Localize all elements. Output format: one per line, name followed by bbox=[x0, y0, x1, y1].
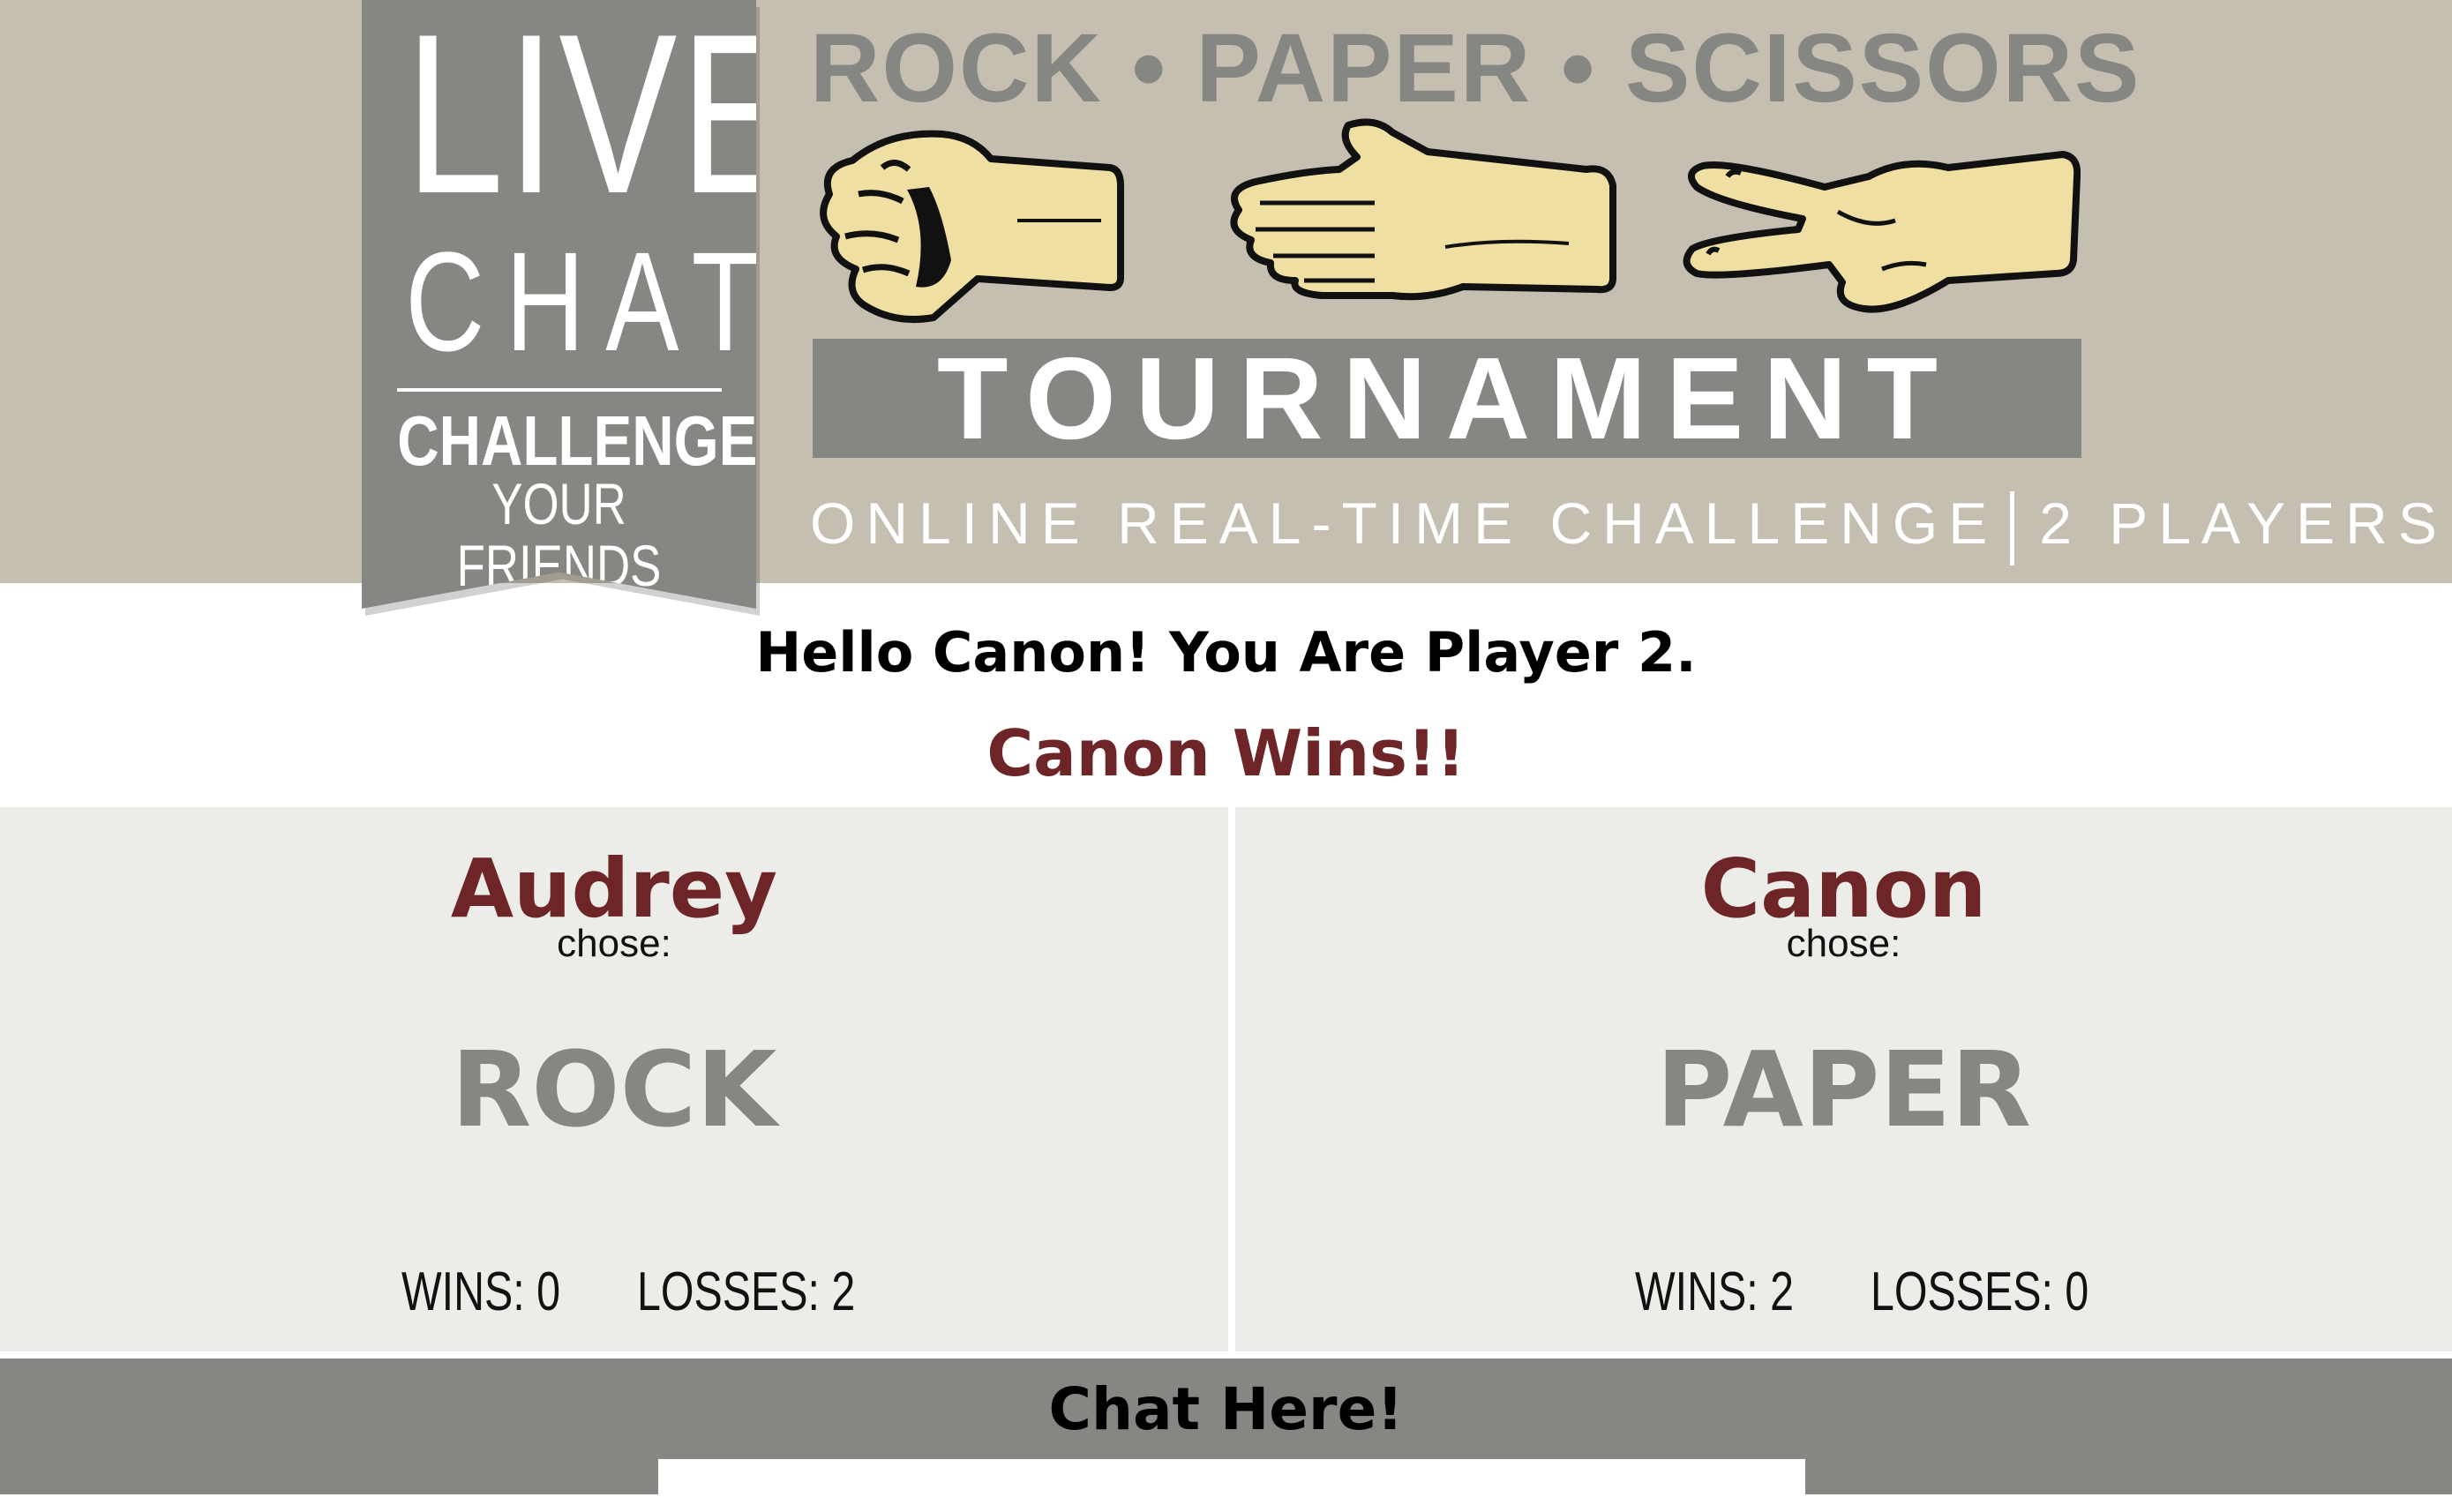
rock-fist-icon bbox=[820, 130, 1124, 324]
ribbon-chat-text: CHAT bbox=[405, 222, 780, 380]
player-2-panel: Canon chose: PAPER WINS: 2 LOSSES: 0 bbox=[1235, 807, 2452, 1351]
chat-title: Chat Here! bbox=[1048, 1375, 1404, 1443]
hands-illustration bbox=[820, 118, 2081, 324]
ribbon-divider bbox=[397, 388, 722, 392]
tournament-text: TOURNAMENT bbox=[936, 333, 1958, 463]
scissors-hand-icon bbox=[1683, 151, 2081, 313]
banner-subtitle: ONLINE REAL-TIME CHALLENGE 2 PLAYERS bbox=[810, 483, 2437, 565]
ribbon-live-text: LIVE bbox=[405, 0, 801, 241]
subtitle-players: 2 PLAYERS bbox=[2039, 490, 2448, 556]
tournament-bar: TOURNAMENT bbox=[813, 339, 2081, 458]
player-1-panel: Audrey chose: ROCK WINS: 0 LOSSES: 2 bbox=[0, 807, 1228, 1351]
subtitle-separator bbox=[2010, 490, 2015, 565]
subtitle-mode: ONLINE REAL-TIME CHALLENGE bbox=[810, 490, 1998, 556]
chat-section: Chat Here! bbox=[0, 1359, 2452, 1512]
player-1-choice: ROCK bbox=[451, 1029, 777, 1150]
header-banner: LIVE CHAT CHALLENGE YOUR FRIENDS ROCK • … bbox=[0, 0, 2452, 616]
player-1-wins: WINS: 0 bbox=[401, 1261, 561, 1322]
player-2-losses: LOSSES: 0 bbox=[1871, 1261, 2089, 1322]
player-2-chose-label: chose: bbox=[1786, 922, 1901, 965]
player-2-wins: WINS: 2 bbox=[1635, 1261, 1795, 1322]
player-1-losses: LOSSES: 2 bbox=[637, 1261, 856, 1322]
player-2-choice: PAPER bbox=[1656, 1029, 2031, 1150]
chat-input[interactable] bbox=[658, 1459, 1805, 1512]
player-greeting: Hello Canon! You Are Player 2. bbox=[755, 620, 1697, 685]
paper-hand-icon bbox=[1230, 118, 1616, 301]
ribbon-challenge-text: CHALLENGE bbox=[397, 401, 758, 480]
round-result: Canon Wins!! bbox=[986, 716, 1466, 790]
player-1-chose-label: chose: bbox=[557, 922, 671, 965]
live-chat-ribbon: LIVE CHAT CHALLENGE YOUR FRIENDS bbox=[362, 0, 756, 609]
